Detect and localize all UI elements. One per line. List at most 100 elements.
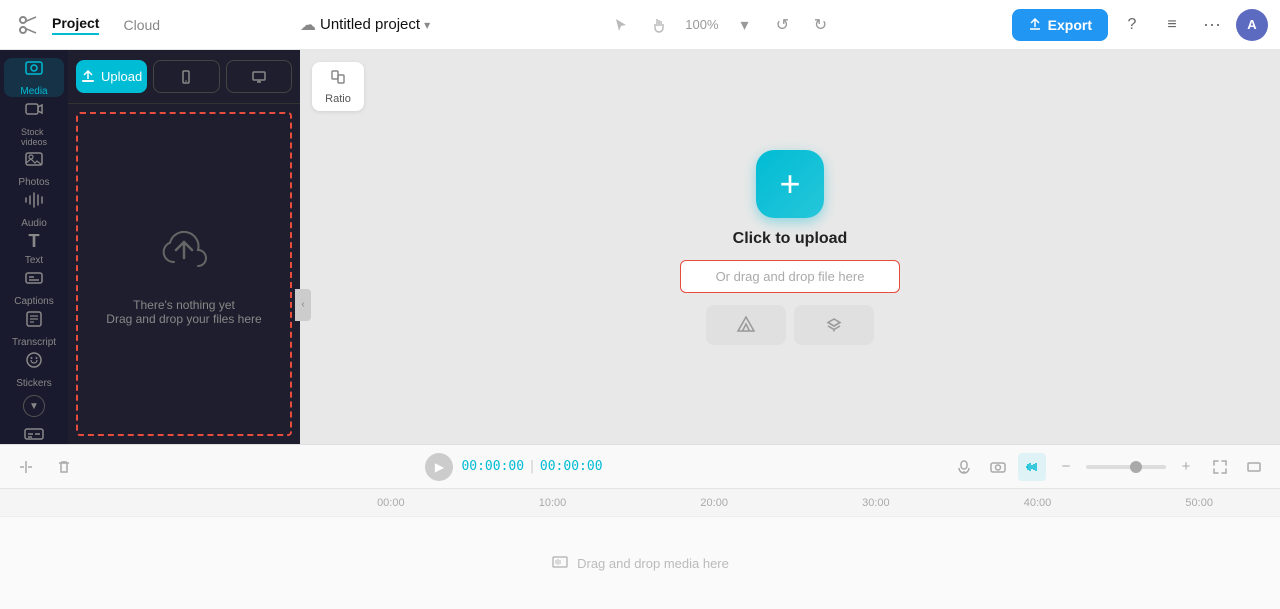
upload-zone: + Click to upload Or drag and drop file … <box>680 150 900 345</box>
canvas-toolbar: Ratio <box>312 62 364 111</box>
time-display: 00:00:00 | 00:00:00 <box>461 459 602 474</box>
more-btn[interactable]: ··· <box>1196 9 1228 41</box>
sidebar-transcript-label: Transcript <box>12 337 56 348</box>
hand-tool-btn[interactable] <box>643 9 675 41</box>
panel-header: Upload <box>68 50 300 104</box>
plus-zoom-btn[interactable]: + <box>1172 453 1200 481</box>
project-chevron-icon: ▾ <box>424 18 430 32</box>
tab-project[interactable]: Project <box>52 15 99 35</box>
drag-media-text: Drag and drop media here <box>577 556 729 571</box>
hamburger-btn[interactable]: ≡ <box>1156 9 1188 41</box>
sidebar-item-stock-videos[interactable]: Stockvideos <box>4 99 64 147</box>
top-bar-tools: 100% ▾ ↺ ↻ <box>605 9 836 41</box>
tab-cloud[interactable]: Cloud <box>123 17 160 33</box>
photos-icon <box>24 149 44 174</box>
drag-media-icon <box>551 553 569 574</box>
ratio-label: Ratio <box>325 93 351 105</box>
sidebar-stickers-label: Stickers <box>16 378 52 389</box>
drag-drop-box[interactable]: Or drag and drop file here <box>680 260 900 293</box>
cloud-small-icon: ☁ <box>300 15 316 35</box>
export-button[interactable]: Export <box>1012 9 1108 41</box>
canvas-main: + Click to upload Or drag and drop file … <box>300 50 1280 444</box>
avatar[interactable]: A <box>1236 9 1268 41</box>
add-icon: + <box>779 166 800 202</box>
top-bar: Project Cloud ☁ Untitled project ▾ 100% … <box>0 0 1280 50</box>
panel-drop-zone[interactable]: There's nothing yet Drag and drop your f… <box>76 112 292 436</box>
sidebar-collapse-btn[interactable]: ▼ <box>4 395 64 417</box>
sidebar-audio-label: Audio <box>21 218 47 229</box>
project-title: Untitled project <box>320 16 420 33</box>
storage-btns <box>706 305 874 345</box>
timeline-tracks[interactable]: Drag and drop media here <box>0 517 1280 609</box>
media-icon <box>24 58 44 83</box>
sidebar-item-transcript[interactable]: Transcript <box>4 309 64 348</box>
dropbox-btn[interactable] <box>794 305 874 345</box>
ruler-mark-2: 20:00 <box>633 497 795 509</box>
sidebar-item-audio[interactable]: Audio <box>4 190 64 229</box>
current-time: 00:00:00 <box>461 459 524 474</box>
play-btn[interactable]: ▶ <box>425 453 453 481</box>
mobile-tab-btn[interactable] <box>153 60 219 93</box>
drag-media-hint: Drag and drop media here <box>551 553 729 574</box>
main-area: Media Stockvideos Photos Audio T Text <box>0 50 1280 444</box>
canvas-area: Ratio + Click to upload Or drag and drop… <box>300 50 1280 444</box>
media-panel: Upload There's nothing yet Drag and drop… <box>68 50 300 444</box>
help-btn[interactable]: ? <box>1116 9 1148 41</box>
total-time: 00:00:00 <box>540 459 603 474</box>
fullscreen-btn[interactable] <box>1240 453 1268 481</box>
sidebar-photos-label: Photos <box>18 177 49 188</box>
ruler-mark-3: 30:00 <box>795 497 957 509</box>
undo-btn[interactable]: ↺ <box>767 9 799 41</box>
fit-view-btn[interactable] <box>1206 453 1234 481</box>
timeline-right-controls: − + <box>950 453 1268 481</box>
panel-cloud-upload-icon <box>156 222 212 288</box>
waveform-btn[interactable] <box>1018 453 1046 481</box>
stickers-icon <box>24 350 44 375</box>
redo-btn[interactable]: ↻ <box>805 9 837 41</box>
zoom-slider[interactable] <box>1086 465 1166 469</box>
project-name-area[interactable]: ☁ Untitled project ▾ <box>300 15 430 35</box>
panel-empty-text: There's nothing yet Drag and drop your f… <box>106 298 261 326</box>
collapse-circle-icon: ▼ <box>23 395 45 417</box>
playback-center: ▶ 00:00:00 | 00:00:00 <box>88 453 940 481</box>
upload-tab-btn[interactable]: Upload <box>76 60 147 93</box>
ratio-btn[interactable]: Ratio <box>312 62 364 111</box>
timeline-area: ▶ 00:00:00 | 00:00:00 − + <box>0 444 1280 609</box>
sidebar-item-captions[interactable]: Captions <box>4 268 64 307</box>
subtitles-icon <box>23 423 45 444</box>
panel-collapse-handle[interactable]: ‹ <box>295 289 311 321</box>
sidebar: Media Stockvideos Photos Audio T Text <box>0 50 68 444</box>
sidebar-subtitles-btn[interactable] <box>4 423 64 444</box>
ratio-icon <box>329 68 347 91</box>
screen-tab-btn[interactable] <box>226 60 292 93</box>
sidebar-item-photos[interactable]: Photos <box>4 149 64 188</box>
text-icon: T <box>29 231 40 252</box>
sidebar-media-label: Media <box>20 86 47 97</box>
split-btn[interactable] <box>12 453 40 481</box>
sidebar-stock-label: Stockvideos <box>21 127 47 147</box>
zoom-level[interactable]: 100% <box>681 17 722 32</box>
captions-icon <box>24 268 44 293</box>
top-bar-right: Export ? ≡ ··· A <box>1012 9 1268 41</box>
transcript-icon <box>24 309 44 334</box>
stock-videos-icon <box>24 99 44 124</box>
click-upload-text[interactable]: Click to upload <box>733 230 848 248</box>
sidebar-item-text[interactable]: T Text <box>4 231 64 266</box>
ruler-mark-0: 00:00 <box>310 497 472 509</box>
minus-zoom-btn[interactable]: − <box>1052 453 1080 481</box>
zoom-chevron-btn[interactable]: ▾ <box>729 9 761 41</box>
mic-btn[interactable] <box>950 453 978 481</box>
camera-btn[interactable] <box>984 453 1012 481</box>
sidebar-text-label: Text <box>25 255 43 266</box>
cursor-tool-btn[interactable] <box>605 9 637 41</box>
add-media-btn[interactable]: + <box>756 150 824 218</box>
ruler-mark-4: 40:00 <box>957 497 1119 509</box>
logo-icon[interactable] <box>12 9 44 41</box>
delete-btn[interactable] <box>50 453 78 481</box>
sidebar-item-media[interactable]: Media <box>4 58 64 97</box>
google-drive-btn[interactable] <box>706 305 786 345</box>
sidebar-item-stickers[interactable]: Stickers <box>4 350 64 389</box>
timeline-ruler: 00:00 10:00 20:00 30:00 40:00 50:00 <box>0 489 1280 517</box>
ruler-mark-5: 50:00 <box>1118 497 1280 509</box>
zoom-thumb <box>1130 461 1142 473</box>
